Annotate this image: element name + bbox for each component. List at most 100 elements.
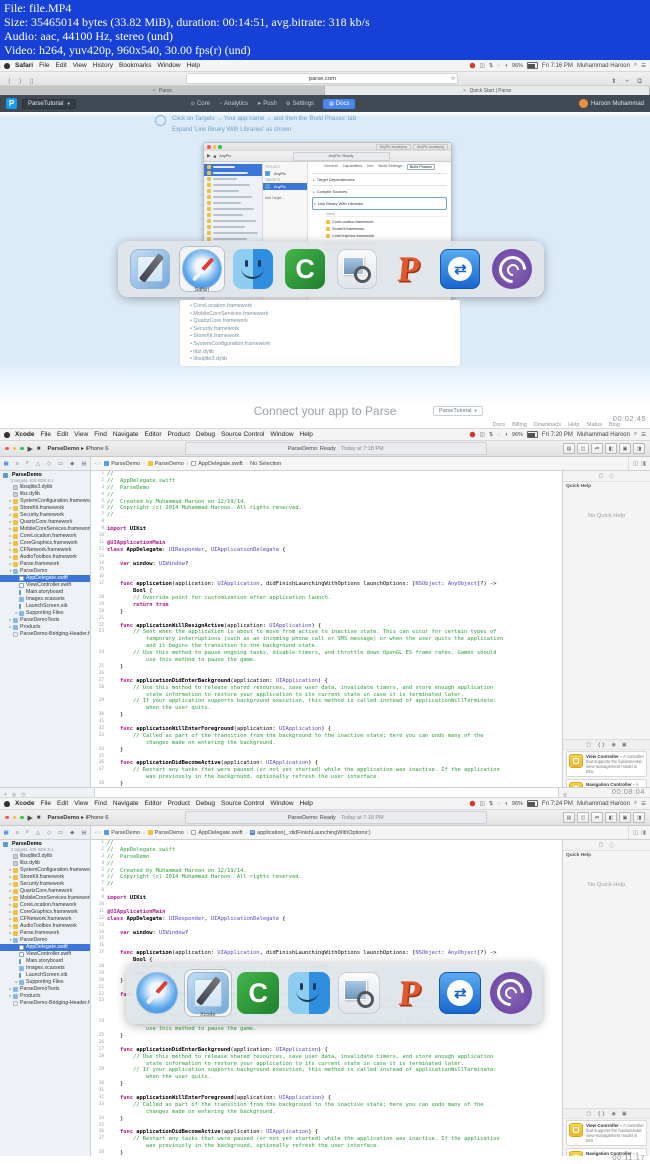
quick-help-inspector-icon[interactable]: ⓘ [609,473,614,480]
report-navigator-icon[interactable]: ▤ [81,830,86,836]
navigator-file-row[interactable]: ▸ QuartzCore.framework [0,519,90,526]
quick-help-inspector-icon[interactable]: ⓘ [609,842,614,849]
app-switcher-item-camtasia[interactable] [282,246,328,292]
symbol-navigator-icon[interactable]: ≡ [16,830,19,836]
bluetooth-icon[interactable]: ⇅ [489,63,494,69]
breadcrumb-item[interactable]: ParseDemo [104,461,140,467]
navigator-file-row[interactable]: ▸ QuartzCore.framework [0,888,90,895]
object-library-icon[interactable]: ◉ [612,742,616,748]
scheme-selector[interactable]: ParseDemo ▸ iPhone 6 [48,446,109,452]
debug-navigator-icon[interactable]: ▭ [58,830,63,836]
editor-history-buttons[interactable]: ‹ › [91,830,104,836]
app-selector-dropdown[interactable]: ParseTutorial ▾ [22,98,76,109]
menu-safari[interactable]: Safari [15,62,33,69]
navigator-file-row[interactable]: ▸ ParseDemoTests [0,986,90,993]
volume-icon[interactable]: ◖ [505,432,508,438]
source-editor[interactable]: 1//2// AppDelegate.swift 3// ParseDemo 4//… [91,471,562,787]
address-bar[interactable]: parse.com ⟳ [186,73,459,84]
debug-navigator-icon[interactable]: ▭ [58,461,63,467]
avatar[interactable] [578,99,588,108]
counterparts-icon[interactable]: ◨ [641,461,646,467]
navigator-file-row[interactable]: ParseDemo-Bridging-Header.h [0,631,90,638]
navigator-file-row[interactable]: ViewController.swift [0,582,90,589]
project-root-row[interactable]: ParseDemo 2 targets, iOS SDK 8.1 [0,471,90,484]
new-tab-button[interactable]: + [625,78,629,85]
breadcrumb-item[interactable]: AppDelegate.swift [191,461,243,467]
menu-help[interactable]: Help [300,431,313,438]
navigator-toggle-button[interactable]: ◧ [604,443,617,454]
scheme-selector[interactable]: ParseDemo ▸ iPhone 6 [48,815,109,821]
breadcrumb-item[interactable]: Mapplication(_:didFinishLaunchingWithOpt… [250,830,371,836]
menu-debug[interactable]: Debug [196,431,215,438]
navigator-file-row[interactable]: Images.xcassets [0,965,90,972]
menu-navigate[interactable]: Navigate [113,431,139,438]
breadcrumb-item[interactable]: AppDelegate.swift [191,830,243,836]
menu-source-control[interactable]: Source Control [221,800,264,807]
run-button[interactable]: ▶ [28,814,33,822]
menu-file[interactable]: File [39,62,49,69]
file-inspector-icon[interactable]: ▢ [599,473,604,479]
navigator-file-row[interactable]: libz.dylib [0,491,90,498]
app-switcher-item-bittorrent[interactable] [487,969,535,1017]
app-switcher-item-preview[interactable] [335,969,383,1017]
navigator-file-row[interactable]: ▾ ParseDemo [0,937,90,944]
navigator-file-row[interactable]: ▸ Security.framework [0,881,90,888]
spotlight-icon[interactable]: ⌕ [634,800,637,807]
app-switcher-item-safari[interactable]: Safari [178,246,225,293]
navigator-file-row[interactable]: ▸ MobileCoreServices.framework [0,895,90,902]
menu-window[interactable]: Window [270,431,293,438]
menu-xcode[interactable]: Xcode [15,431,35,438]
menu-file[interactable]: File [41,800,51,807]
version-editor-button[interactable]: ⇄ [590,443,603,454]
share-icon[interactable]: ⬆ [611,78,616,85]
close-window-icon[interactable] [5,815,9,820]
run-button[interactable]: ▶ [28,445,33,453]
close-tab-icon[interactable]: ✕ [152,88,156,94]
library-item-navigation-controller[interactable]: Navigation Controller - A controller tha… [566,779,647,787]
standard-editor-button[interactable]: ▤ [562,812,575,823]
navigator-file-row[interactable]: AppDelegate.swift [0,575,90,582]
navigator-file-row[interactable]: ▸ Products [0,624,90,631]
nav-item-docs[interactable]: ▤ Docs [323,98,356,109]
breadcrumb-item[interactable]: ParseDemo [147,830,184,836]
app-switcher-item-preview[interactable] [334,246,380,292]
breakpoint-navigator-icon[interactable]: ◆ [70,461,74,467]
snippet-library-icon[interactable]: ❬❭ [597,1111,605,1117]
library-item-view-controller[interactable]: View Controller - A controller that supp… [566,751,647,777]
menu-edit[interactable]: Edit [56,62,67,69]
app-switcher-item-safari[interactable] [133,969,181,1017]
object-library-icon[interactable]: ◉ [612,1111,616,1117]
bluetooth-icon[interactable]: ⇅ [489,801,494,807]
menubar-clock[interactable]: Fri 7:16 PM [542,63,573,69]
navigator-file-row[interactable]: libsqlite3.dylib [0,853,90,860]
menu-debug[interactable]: Debug [196,800,215,807]
symbol-navigator-icon[interactable]: ≡ [16,461,19,467]
breakpoint-navigator-icon[interactable]: ◆ [70,830,74,836]
menu-file[interactable]: File [41,431,51,438]
linked-library-row[interactable]: CoreLocation.framework [312,218,447,225]
nav-item-push[interactable]: ➤ Push [257,99,277,109]
navigator-file-row[interactable]: AppDelegate.swift [0,944,90,951]
tabs-overview-icon[interactable]: ⧉ [637,78,642,85]
menubar-user[interactable]: Muhammad Haroon [577,63,630,69]
app-switcher-item-finder[interactable] [230,246,276,292]
build-phase-row[interactable]: ▾ Link Binary With Libraries [312,197,447,210]
wifi-icon[interactable]: ◌ [497,801,500,807]
linked-library-row[interactable]: StoreKit.framework [312,225,447,232]
menu-source-control[interactable]: Source Control [221,431,264,438]
app-switcher-item-teamviewer[interactable] [437,246,483,292]
menu-window[interactable]: Window [158,62,181,69]
navigator-file-row[interactable]: ▸ AudioToolbox.framework [0,554,90,561]
embedded-tab-general[interactable]: General [324,164,338,170]
menu-help[interactable]: Help [300,800,313,807]
menu-edit[interactable]: Edit [57,431,68,438]
embedded-window-tab[interactable]: AnyPic.xcodeproj [375,144,411,150]
menu-edit[interactable]: Edit [57,800,68,807]
nav-item-core[interactable]: ⊙ Core [191,99,210,109]
navigator-file-row[interactable]: libsqlite3.dylib [0,484,90,491]
embedded-tab-capabilities[interactable]: Capabilities [343,164,363,170]
menu-find[interactable]: Find [94,431,107,438]
breadcrumb-item[interactable]: No Selection [250,461,281,467]
debug-area-toggle-button[interactable]: ▣ [618,812,631,823]
navigator-file-row[interactable]: ▸ ParseDemoTests [0,617,90,624]
